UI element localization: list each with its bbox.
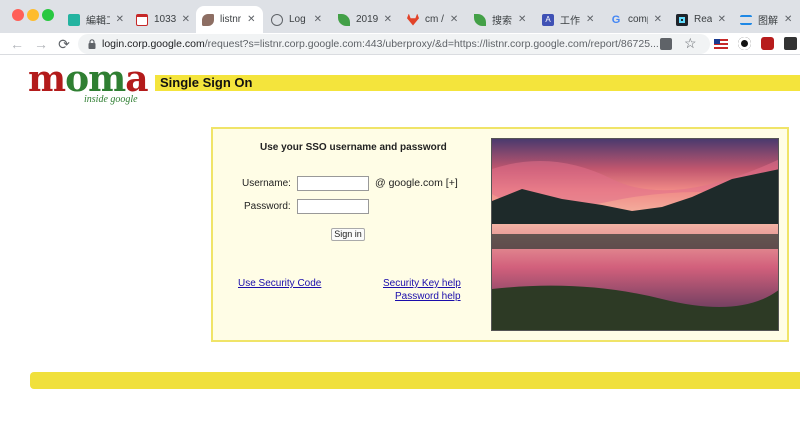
url-path: /request?s=listnr.corp.google.com:443/ub… xyxy=(204,38,659,50)
password-help-link[interactable]: Password help xyxy=(395,291,461,302)
password-field[interactable] xyxy=(297,199,369,214)
tab-work[interactable]: A 工作 ✕ xyxy=(536,6,602,33)
browser-tab-strip: 編輯工 ✕ 10336 ✕ listnr ✕ Log - ✕ 2019 ✕ cm… xyxy=(0,0,800,33)
google-icon: G xyxy=(611,13,621,26)
logo-tagline: inside google xyxy=(84,94,138,105)
browser-toolbar: ← → ⟳ login.corp.google.com/request?s=li… xyxy=(0,33,800,55)
url-host: login.corp.google.com xyxy=(102,38,205,50)
close-icon[interactable]: ✕ xyxy=(518,14,526,25)
domain-suffix[interactable]: @ google.com [+] xyxy=(375,177,458,189)
minimize-window-button[interactable] xyxy=(27,9,39,21)
login-panel: Use your SSO username and password Usern… xyxy=(211,127,789,342)
gitlab-icon xyxy=(407,13,419,26)
moma-logo: moma inside google xyxy=(28,58,149,106)
tab-diagram[interactable]: 图解 ✕ xyxy=(734,6,800,33)
page-title: Single Sign On xyxy=(155,75,800,91)
back-icon[interactable]: ← xyxy=(8,35,26,53)
close-icon[interactable]: ✕ xyxy=(718,14,726,25)
extension-badge-icon[interactable] xyxy=(784,37,797,50)
tab-calendar[interactable]: 10336 ✕ xyxy=(130,6,196,33)
tab-listnr[interactable]: listnr ✕ xyxy=(196,6,263,33)
sso-page: moma inside google Single Sign On Use yo… xyxy=(0,56,800,439)
close-icon[interactable]: ✕ xyxy=(384,14,392,25)
close-icon[interactable]: ✕ xyxy=(116,14,124,25)
translate-icon: A xyxy=(542,13,554,26)
close-icon[interactable]: ✕ xyxy=(450,14,458,25)
tab-2019[interactable]: 2019 ✕ xyxy=(332,6,398,33)
login-heading: Use your SSO username and password xyxy=(260,142,447,153)
close-icon[interactable]: ✕ xyxy=(182,14,190,25)
username-field[interactable] xyxy=(297,176,369,191)
bookmark-star-icon[interactable]: ☆ xyxy=(684,35,697,52)
use-security-code-link[interactable]: Use Security Code xyxy=(238,278,321,289)
stack-icon xyxy=(740,14,752,25)
sign-in-button[interactable]: Sign in xyxy=(331,228,365,241)
tab-editor[interactable]: 編輯工 ✕ xyxy=(62,6,130,33)
password-label: Password: xyxy=(244,201,291,212)
close-icon[interactable]: ✕ xyxy=(247,14,255,25)
close-icon[interactable]: ✕ xyxy=(586,14,594,25)
lock-icon xyxy=(88,39,96,49)
notepad-icon xyxy=(68,13,80,26)
tab-log[interactable]: Log - ✕ xyxy=(265,6,328,33)
footer-bar xyxy=(30,372,800,389)
close-window-button[interactable] xyxy=(12,9,24,21)
react-icon xyxy=(676,13,688,26)
forward-icon[interactable]: → xyxy=(32,35,50,53)
zoom-window-button[interactable] xyxy=(42,9,54,21)
tab-comp[interactable]: G comp ✕ xyxy=(604,6,668,33)
eagle-icon xyxy=(202,13,214,26)
translate-page-icon[interactable] xyxy=(660,38,672,50)
ublock-shield-icon[interactable] xyxy=(761,37,774,50)
calendar-icon xyxy=(136,13,148,26)
leaf-icon xyxy=(474,13,486,26)
flag-extension-icon[interactable] xyxy=(714,39,728,49)
globe-icon xyxy=(271,13,283,26)
close-icon[interactable]: ✕ xyxy=(784,14,792,25)
username-label: Username: xyxy=(242,178,291,189)
tab-react[interactable]: React ✕ xyxy=(670,6,732,33)
landscape-photo xyxy=(491,138,779,331)
close-icon[interactable]: ✕ xyxy=(314,14,322,25)
logo-wordmark: moma xyxy=(28,58,149,100)
security-key-help-link[interactable]: Security Key help xyxy=(383,278,461,289)
address-bar[interactable]: login.corp.google.com/request?s=listnr.c… xyxy=(78,34,710,54)
leaf-icon xyxy=(338,13,350,26)
reload-icon[interactable]: ⟳ xyxy=(55,35,73,53)
tab-search[interactable]: 搜索 ✕ xyxy=(468,6,534,33)
record-extension-icon[interactable] xyxy=(738,37,751,50)
close-icon[interactable]: ✕ xyxy=(654,14,662,25)
sunset-lake-image xyxy=(492,139,778,330)
tab-gitlab[interactable]: cm / ✕ xyxy=(401,6,467,33)
